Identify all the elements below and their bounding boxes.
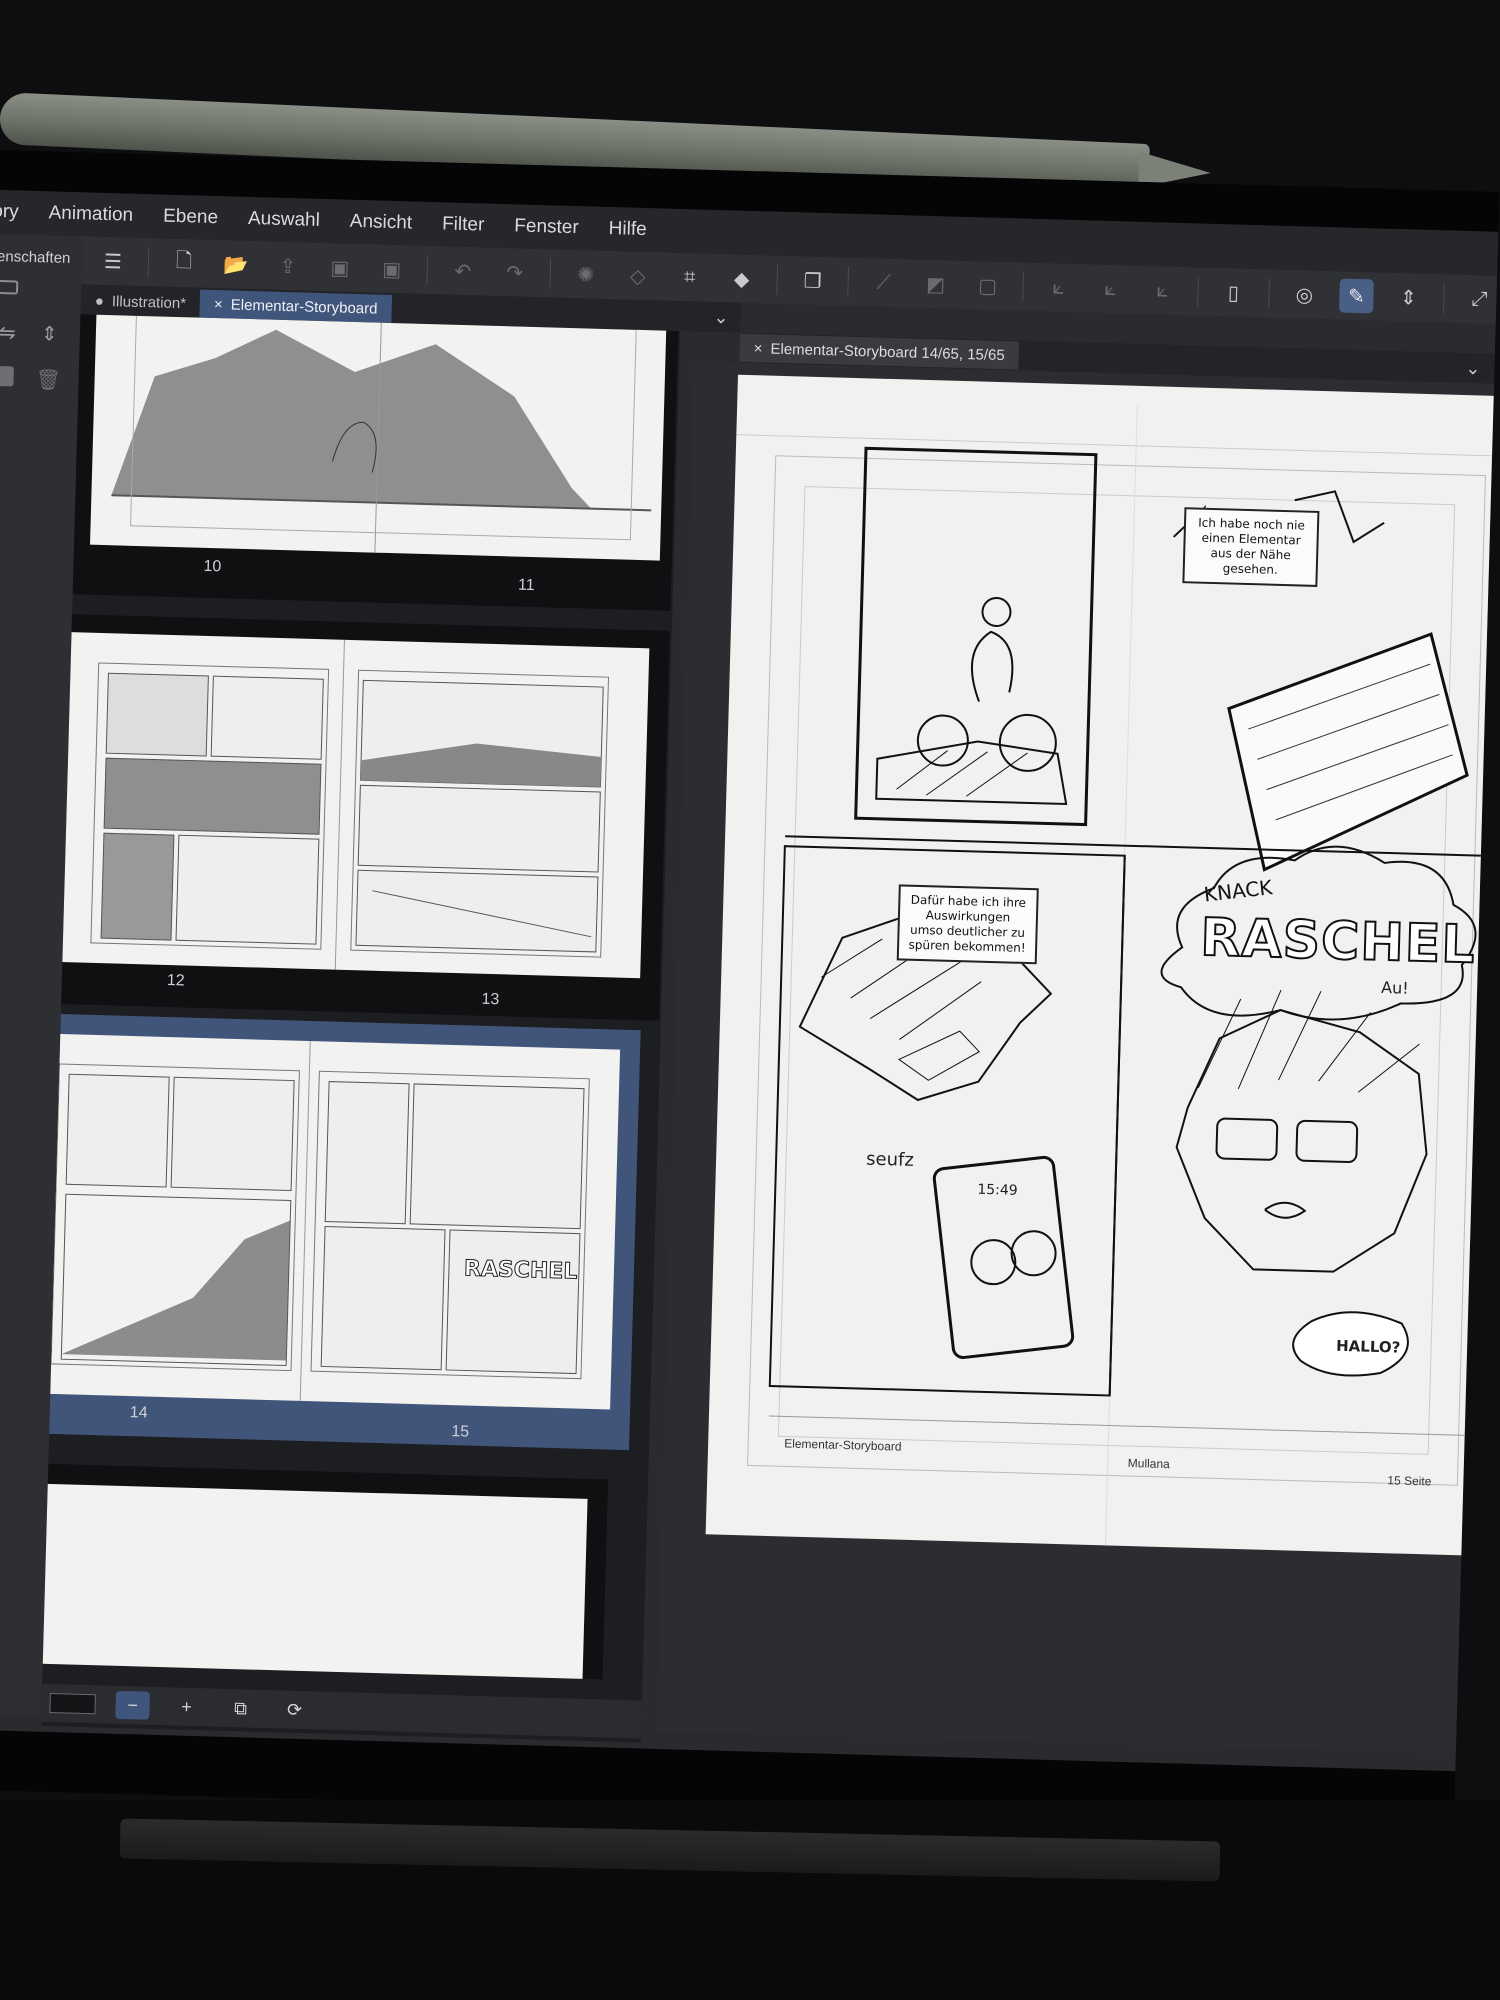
spread-10-11[interactable]: 10 11 (72, 314, 679, 611)
properties-label: enschaften (0, 247, 71, 268)
canvas-area[interactable]: Ich habe noch nie einen Elementar aus de… (656, 361, 1498, 1754)
speech-box-1[interactable]: Ich habe noch nie einen Elementar aus de… (1182, 507, 1320, 587)
unsaved-dot-icon: ● (94, 292, 105, 310)
chevron-down-icon[interactable]: ⌄ (1465, 358, 1481, 379)
fill-icon[interactable]: ◆ (724, 261, 759, 296)
footer-author: Mullana (1127, 1456, 1170, 1472)
transform-icon[interactable]: ◇ (620, 258, 655, 293)
svg-text:RASCHEL: RASCHEL (464, 1256, 578, 1284)
divider (847, 266, 850, 297)
menu-hilfe[interactable]: Hilfe (608, 218, 647, 241)
page-settings-button[interactable]: ⧉ (223, 1694, 258, 1723)
page-number: 11 (517, 576, 535, 595)
loading-icon[interactable]: ✺ (568, 257, 603, 292)
chevron-updown-icon[interactable]: ⇕ (1391, 280, 1426, 315)
photo-stage: ory Animation Ebene Auswahl Ansicht Filt… (0, 0, 1500, 2000)
spread-12-13[interactable]: 12 13 (41, 613, 670, 1021)
speech-hallo: HALLO? (1335, 1336, 1401, 1357)
thumbnail-size-slider[interactable] (49, 1692, 96, 1715)
rectangle-icon[interactable] (0, 279, 19, 295)
trash-icon[interactable]: 🗑 (35, 367, 61, 393)
menu-story[interactable]: ory (0, 201, 19, 224)
sfx-seufz: seufz (865, 1148, 915, 1171)
tablet-bezel: ory Animation Ebene Auswahl Ansicht Filt… (0, 150, 1500, 1832)
export-jpg-icon[interactable]: ▣ (322, 250, 357, 285)
tab-label: Elementar-Storyboard (230, 296, 378, 318)
new-file-icon[interactable]: 🗋 (166, 246, 201, 281)
spread-14-15[interactable]: RASCHEL 14 15 (41, 1012, 641, 1451)
ruler-icon[interactable]: ⟋ (866, 265, 901, 300)
divider (776, 264, 779, 295)
comic-page[interactable]: Ich habe noch nie einen Elementar aus de… (705, 374, 1498, 1556)
page-number: 15 (451, 1423, 470, 1441)
open-folder-icon[interactable]: 📂 (218, 247, 253, 282)
divider (147, 247, 150, 278)
close-icon[interactable]: × (754, 340, 763, 357)
thumbnail-sketch: RASCHEL (50, 1040, 590, 1401)
page-thumbnail: RASCHEL (41, 1032, 621, 1410)
zoom-in-button[interactable]: + (169, 1692, 204, 1721)
divider (1268, 278, 1270, 309)
page-refresh-button[interactable]: ⟳ (277, 1695, 312, 1724)
redo-icon[interactable]: ↷ (497, 255, 532, 290)
fullscreen-icon[interactable]: ⤢ (1462, 282, 1497, 317)
speech-box-2[interactable]: Dafür habe ich ihre Auswirkungen umso de… (896, 884, 1039, 965)
layers-copy-icon[interactable]: ❐ (795, 263, 830, 298)
page-number: 10 (203, 557, 222, 576)
menu-ebene[interactable]: Ebene (163, 206, 219, 230)
menu-animation[interactable]: Animation (48, 202, 133, 226)
crop-icon[interactable]: ⌗ (672, 260, 707, 295)
device-icon[interactable]: ▯ (1216, 275, 1251, 310)
divider (426, 254, 429, 285)
chevron-down-icon[interactable]: ⌄ (713, 306, 729, 327)
page-number: 12 (166, 971, 185, 990)
tab-label: Illustration* (111, 292, 187, 312)
menu-ansicht[interactable]: Ansicht (350, 211, 413, 235)
thumbnail-sketch (111, 314, 652, 553)
snap-grid-icon[interactable]: ⟀ (1093, 272, 1128, 307)
page-thumbnail (50, 631, 650, 979)
close-icon[interactable]: × (214, 296, 223, 313)
app-window: ory Animation Ebene Auswahl Ansicht Filt… (0, 189, 1499, 1772)
spread-16-17[interactable] (41, 1461, 609, 1680)
mask-icon[interactable]: ◩ (918, 267, 953, 302)
swap-icon[interactable]: ⇋ (0, 320, 16, 345)
tab-label: Elementar-Storyboard 14/65, 15/65 (770, 340, 1005, 364)
snap-special-icon[interactable]: ⟀ (1145, 273, 1180, 308)
keyboard-edge (119, 1818, 1221, 1882)
menu-filter[interactable]: Filter (442, 213, 485, 236)
updown-icon[interactable]: ⇕ (41, 321, 58, 346)
upload-icon[interactable]: ⇪ (270, 249, 305, 284)
phone-time: 15:49 (977, 1181, 1018, 1199)
page-list-toolbar: − + ⧉ ⟳ (41, 1683, 681, 1741)
thumbnail-sketch (90, 639, 610, 970)
divider (1197, 276, 1199, 307)
divider (1022, 271, 1025, 302)
page-number: 14 (129, 1404, 148, 1422)
spiral-icon[interactable]: ◎ (1287, 277, 1322, 312)
zoom-out-button[interactable]: − (115, 1690, 151, 1720)
menu-auswahl[interactable]: Auswahl (248, 208, 320, 232)
bottom-bezel (0, 1800, 1500, 2000)
sfx-raschel: RASCHEL (1199, 907, 1478, 977)
export-png-icon[interactable]: ▣ (374, 252, 409, 287)
sfx-au: Au! (1380, 977, 1409, 998)
page-thumbnail (41, 1482, 588, 1679)
menu-fenster[interactable]: Fenster (514, 215, 579, 239)
brush-settings-icon[interactable]: ✎ (1338, 278, 1374, 314)
page-number: 13 (481, 990, 500, 1009)
divider (1443, 283, 1445, 314)
page-manager: 10 11 12 13 RASCHEL 14 15 − + ⧉ ⟳ (41, 314, 681, 1743)
undo-icon[interactable]: ↶ (445, 254, 480, 289)
frame-icon[interactable]: ▢ (970, 268, 1005, 303)
snap-ruler-icon[interactable]: ⟀ (1041, 270, 1076, 305)
tab-illustration[interactable]: ● Illustration* (80, 286, 200, 317)
layer-icon[interactable] (0, 365, 14, 387)
menu-icon[interactable]: ☰ (95, 244, 130, 279)
divider (549, 258, 552, 289)
page-thumbnail (90, 314, 667, 561)
footer-page: 15 Seite (1387, 1473, 1432, 1489)
